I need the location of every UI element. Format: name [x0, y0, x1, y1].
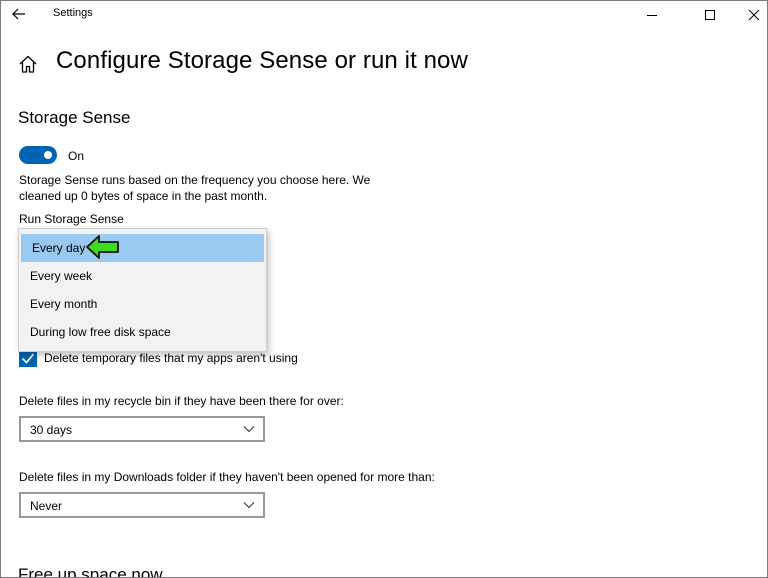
pointer-arrow-icon — [86, 235, 119, 259]
maximize-button[interactable] — [687, 1, 733, 29]
home-icon[interactable] — [17, 53, 39, 75]
close-icon — [748, 9, 760, 21]
downloads-label: Delete files in my Downloads folder if t… — [19, 470, 435, 484]
option-low-disk-space[interactable]: During low free disk space — [19, 318, 266, 346]
recycle-bin-select[interactable]: 30 days — [19, 416, 265, 442]
window-title: Settings — [53, 7, 93, 19]
temporary-files-label: Delete temporary files that my apps aren… — [44, 351, 298, 365]
recycle-bin-label: Delete files in my recycle bin if they h… — [19, 394, 344, 408]
settings-window: Settings Configure Storage Sense or run … — [0, 0, 768, 578]
storage-sense-toggle[interactable] — [19, 146, 57, 164]
option-every-month[interactable]: Every month — [19, 290, 266, 318]
option-every-day[interactable]: Every day — [21, 234, 264, 262]
back-arrow-icon — [12, 8, 25, 20]
close-button[interactable] — [731, 1, 767, 29]
downloads-select[interactable]: Never — [19, 492, 265, 518]
back-button[interactable] — [7, 3, 31, 25]
run-frequency-dropdown: Every day Every week Every month During … — [18, 228, 267, 352]
chevron-down-icon — [243, 502, 255, 509]
maximize-icon — [705, 10, 715, 20]
run-storage-sense-label: Run Storage Sense — [19, 212, 124, 226]
downloads-value: Never — [30, 499, 63, 513]
option-every-week[interactable]: Every week — [19, 262, 266, 290]
minimize-button[interactable] — [629, 1, 675, 29]
title-bar: Settings — [1, 1, 767, 29]
storage-sense-heading: Storage Sense — [18, 108, 131, 127]
storage-sense-description: Storage Sense runs based on the frequenc… — [19, 173, 371, 203]
toggle-knob — [44, 151, 52, 159]
recycle-bin-value: 30 days — [30, 423, 73, 437]
free-up-space-heading: Free up space now — [18, 565, 163, 578]
page-title: Configure Storage Sense or run it now — [56, 47, 468, 74]
chevron-down-icon — [243, 426, 255, 433]
minimize-icon — [647, 15, 657, 16]
toggle-state-label: On — [68, 149, 85, 163]
